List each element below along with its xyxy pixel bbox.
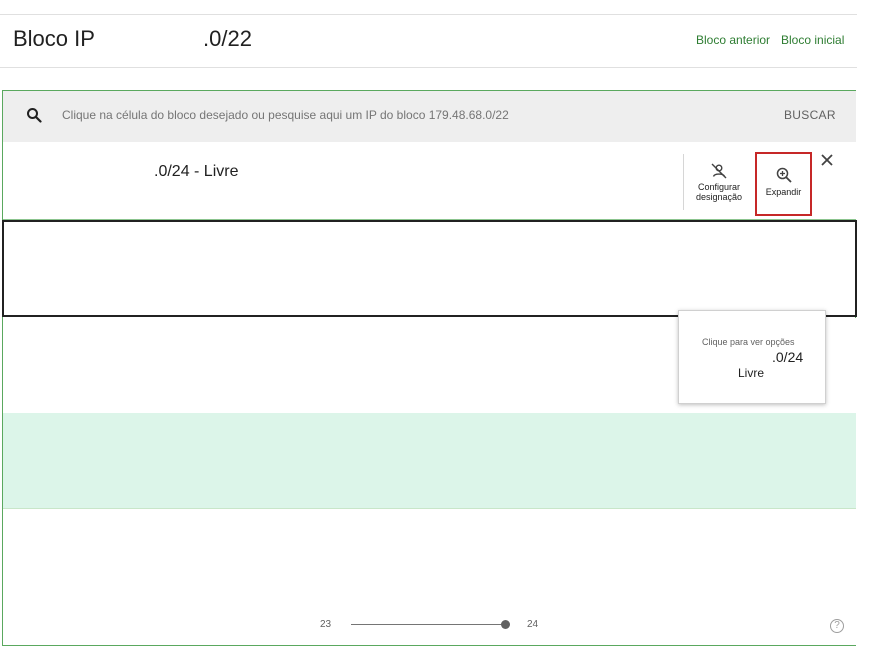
action-divider (683, 154, 684, 210)
footer-bar (3, 605, 856, 645)
block-cell[interactable] (2, 220, 857, 317)
slider-min-label: 23 (320, 619, 332, 630)
search-icon[interactable] (26, 107, 42, 123)
selected-block-label: .0/24 - Livre (154, 163, 239, 180)
page-title: Bloco IP (13, 26, 95, 51)
prefix-slider-thumb[interactable] (501, 620, 510, 629)
block-tooltip (678, 310, 826, 404)
block-cell[interactable] (3, 509, 856, 605)
prefix-slider-track[interactable] (351, 624, 506, 625)
expand-button[interactable]: Expandir (755, 152, 812, 216)
tooltip-status: Livre (738, 366, 765, 380)
first-block-link[interactable]: Bloco inicial (781, 33, 844, 47)
tooltip-block: .0/24 (772, 349, 804, 365)
search-button[interactable]: BUSCAR (784, 108, 836, 122)
close-icon[interactable] (819, 152, 835, 168)
slider-max-label: 24 (527, 619, 539, 630)
person-off-icon (711, 163, 727, 179)
expand-label: Expandir (765, 187, 802, 197)
tooltip-hint: Clique para ver opções (702, 337, 795, 347)
page-title-block: .0/22 (203, 26, 252, 51)
help-icon[interactable]: ? (830, 619, 844, 633)
block-cell[interactable] (3, 413, 856, 509)
previous-block-link[interactable]: Bloco anterior (696, 33, 770, 47)
search-input[interactable] (62, 108, 662, 122)
configure-label-line1: Configurar (697, 182, 741, 192)
zoom-in-icon (776, 167, 792, 183)
configure-assignment-button[interactable]: Configurar designação (688, 158, 750, 212)
configure-label-line2: designação (695, 192, 743, 202)
